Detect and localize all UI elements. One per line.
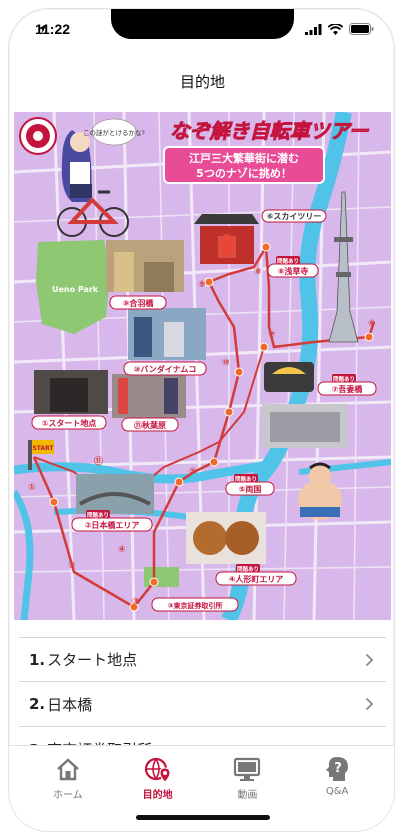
route-marker-8: ⑧ xyxy=(254,267,262,277)
tab-label: ホーム xyxy=(53,790,83,801)
monitor-icon xyxy=(234,757,261,781)
notch xyxy=(111,9,294,39)
svg-text:⑪秋葉原: ⑪秋葉原 xyxy=(134,420,166,430)
photo-ryogoku xyxy=(262,404,348,448)
location-arrow-icon xyxy=(38,25,46,33)
svg-text:⑥スカイツリー: ⑥スカイツリー xyxy=(267,212,322,221)
tab-label: 目的地 xyxy=(142,790,173,801)
spot-label-skytree[interactable]: ⑥スカイツリー xyxy=(261,209,327,223)
start-flag-text: START xyxy=(32,445,54,452)
chevron-right-icon xyxy=(365,653,374,667)
route-marker-9: ⑨ xyxy=(198,280,206,290)
svg-text:⑦吾妻橋: ⑦吾妻橋 xyxy=(332,384,364,394)
home-icon xyxy=(57,758,79,781)
globe-pin-icon xyxy=(144,757,171,783)
tab-qa[interactable]: ? Q&A xyxy=(302,754,372,831)
page-title: 目的地 xyxy=(179,73,225,91)
home-indicator[interactable] xyxy=(136,815,270,820)
photo-kappabashi xyxy=(106,240,184,292)
spot-label-akihabara[interactable]: ⑪秋葉原 xyxy=(121,417,179,432)
photo-bandainamco xyxy=(128,308,206,360)
signal-icon xyxy=(305,23,322,35)
chevron-right-icon xyxy=(365,697,374,711)
spot-label-bandainamco[interactable]: ⑩バンダイナムコ xyxy=(123,361,207,376)
svg-text:④人形町エリア: ④人形町エリア xyxy=(229,574,284,584)
tab-label: Q&A xyxy=(325,786,349,797)
svg-text:⑧浅草寺: ⑧浅草寺 xyxy=(278,266,309,276)
svg-text:②日本橋エリア: ②日本橋エリア xyxy=(85,520,140,530)
list-item-nihonbashi[interactable]: 2. 日本橋 xyxy=(19,682,386,727)
map-title: なぞ解き自転車ツアー xyxy=(170,119,370,143)
sensoji-gate-illustration xyxy=(194,214,259,264)
route-marker-10: ⑩ xyxy=(222,358,230,368)
photo-start-point xyxy=(34,370,108,414)
park-label: Ueno Park xyxy=(52,285,99,294)
svg-text:①スタート地点: ①スタート地点 xyxy=(42,418,97,428)
tab-home[interactable]: ホーム xyxy=(33,754,103,831)
tour-logo xyxy=(19,117,57,155)
svg-text:?: ? xyxy=(334,761,342,776)
spot-label-kappabashi[interactable]: ⑨合羽橋 xyxy=(109,295,167,310)
tour-map-graphic: この謎がとけるかな? なぞ解き自転車ツアー 江戸三大繁華街に潜む 5つのナゾに挑… xyxy=(14,112,391,620)
photo-nihonbashi xyxy=(76,474,154,514)
wifi-icon xyxy=(328,23,343,35)
nav-header: 目的地 xyxy=(9,49,394,113)
list-item-label: スタート地点 xyxy=(47,651,138,669)
phone-frame: 11:22 目的地 この謎がとけるかな? なぞ解き自転車ツアー 江戸三大繁華街に… xyxy=(8,8,395,832)
photo-azumabashi xyxy=(264,362,314,392)
subtitle-line1: 江戸三大繁華街に潜む xyxy=(189,151,299,165)
spot-label-tse[interactable]: ③東京証券取引所 xyxy=(151,597,239,612)
subtitle-line2: 5つのナゾに挑め！ xyxy=(196,166,292,180)
list-item-number: 2. xyxy=(29,695,46,713)
svg-text:⑤両国: ⑤両国 xyxy=(239,484,262,494)
route-marker-4: ④ xyxy=(118,545,126,555)
list-item-number: 1. xyxy=(29,650,46,669)
tab-destination[interactable]: 目的地 xyxy=(123,754,193,831)
list-item-label: 日本橋 xyxy=(47,695,93,714)
route-marker-5: ⑤ xyxy=(189,467,197,477)
tour-map[interactable]: この謎がとけるかな? なぞ解き自転車ツアー 江戸三大繁華街に潜む 5つのナゾに挑… xyxy=(14,112,391,620)
list-item-start[interactable]: 1. スタート地点 xyxy=(19,637,386,682)
svg-text:⑩バンダイナムコ: ⑩バンダイナムコ xyxy=(134,364,197,374)
svg-text:⑨合羽橋: ⑨合羽橋 xyxy=(123,298,155,308)
photo-akihabara xyxy=(112,374,186,418)
route-marker-7: ⑦ xyxy=(268,330,276,340)
subtitle-banner: 江戸三大繁華街に潜む 5つのナゾに挑め！ xyxy=(163,146,325,184)
route-marker-2: ② xyxy=(68,561,76,571)
tab-video[interactable]: 動画 xyxy=(212,754,282,831)
battery-icon xyxy=(349,23,374,35)
tab-label: 動画 xyxy=(237,790,258,801)
route-marker-6: ⑥ xyxy=(368,319,376,329)
speech-text: この謎がとけるかな? xyxy=(83,128,145,137)
svg-text:③東京証券取引所: ③東京証券取引所 xyxy=(168,601,223,610)
photo-ningyocho xyxy=(186,512,266,564)
route-marker-11: ⑪ xyxy=(94,455,103,467)
route-marker-1: ① xyxy=(28,483,36,493)
question-head-icon: ? xyxy=(326,757,349,781)
status-icons xyxy=(38,23,374,35)
spot-label-start[interactable]: ①スタート地点 xyxy=(31,415,107,430)
route-marker-3: ③ xyxy=(132,597,140,607)
